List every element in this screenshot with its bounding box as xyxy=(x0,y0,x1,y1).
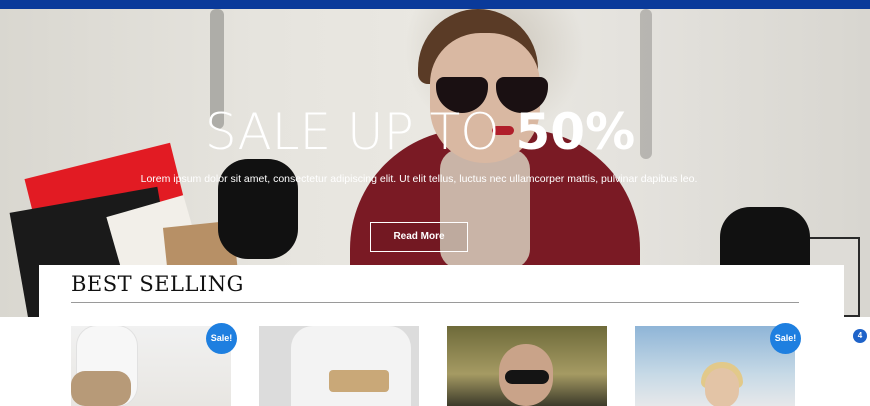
top-bar xyxy=(0,0,870,9)
sale-badge: Sale! xyxy=(206,323,237,354)
product-card[interactable] xyxy=(259,326,419,406)
product-model-book xyxy=(329,370,389,392)
product-model-pants xyxy=(71,371,131,406)
product-model-shirt xyxy=(291,326,411,406)
hero-title-light: SALE UP TO xyxy=(204,103,500,161)
sale-badge: Sale! xyxy=(770,323,801,354)
hero-subtitle: Lorem ipsum dolor sit amet, consectetur … xyxy=(140,173,698,185)
cart-count-badge[interactable]: 4 xyxy=(853,329,867,343)
product-model-sunglasses xyxy=(505,370,549,384)
hero-title-bold: 50% xyxy=(515,103,636,161)
hero-title: SALE UP TO 50% xyxy=(0,103,840,161)
section-divider xyxy=(71,302,799,303)
product-model-face xyxy=(705,368,739,406)
read-more-button[interactable]: Read More xyxy=(370,222,468,252)
product-card[interactable] xyxy=(447,326,607,406)
section-title: BEST SELLING xyxy=(71,272,244,296)
